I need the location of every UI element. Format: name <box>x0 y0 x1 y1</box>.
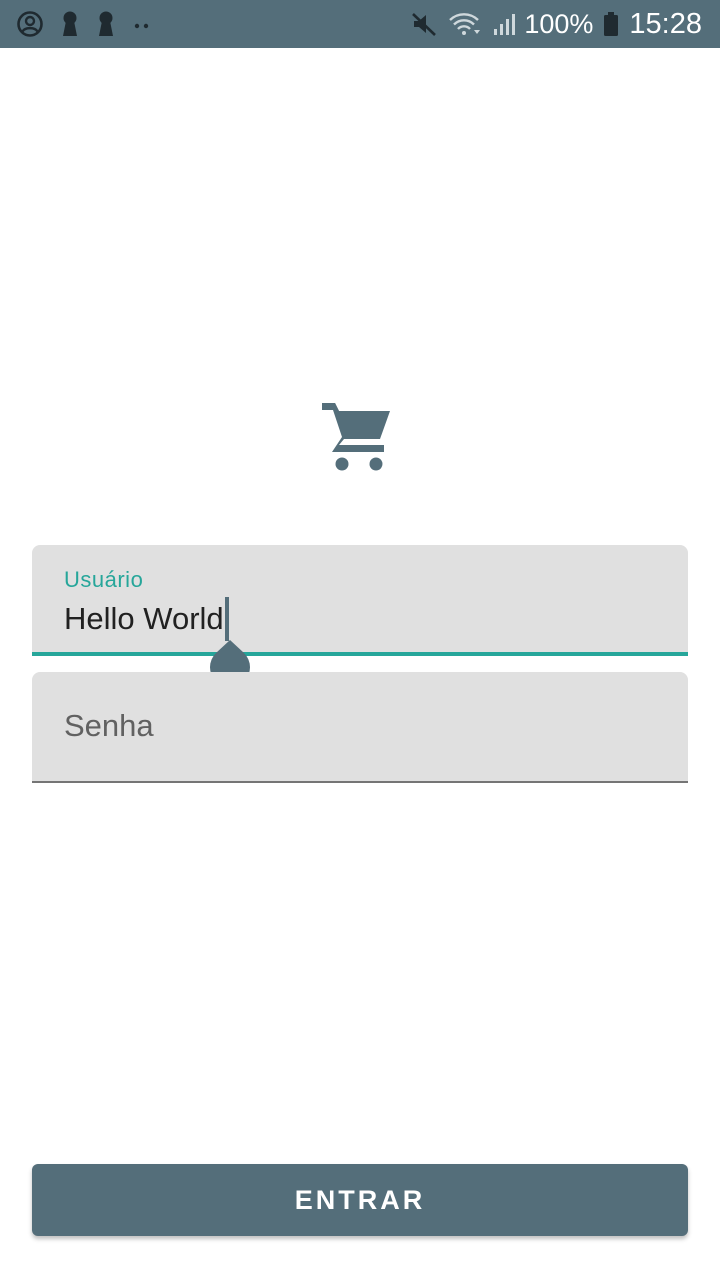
signal-icon <box>492 10 518 38</box>
mute-icon <box>410 10 438 38</box>
keyhole-icon <box>96 10 116 38</box>
shopping-cart-icon <box>320 402 392 472</box>
password-field[interactable]: Senha <box>32 672 688 783</box>
clock: 15:28 <box>629 7 702 40</box>
login-screen: 100% 15:28 Usuário Hello World Senha ENT… <box>0 0 720 1280</box>
wifi-icon <box>448 10 482 38</box>
username-value: Hello World <box>64 601 224 636</box>
status-left-icons <box>16 10 168 38</box>
username-label: Usuário <box>64 567 144 592</box>
enter-button[interactable]: ENTRAR <box>32 1164 688 1236</box>
battery-percent: 100% <box>524 8 594 39</box>
username-field[interactable]: Usuário Hello World <box>32 545 688 656</box>
status-right-icons: 100% 15:28 <box>400 8 702 41</box>
text-cursor <box>224 597 229 641</box>
username-input[interactable]: Hello World <box>64 597 229 641</box>
account-circle-icon <box>16 10 44 38</box>
keyhole-icon <box>60 10 80 38</box>
password-placeholder: Senha <box>64 708 154 743</box>
dots-icon <box>132 10 152 38</box>
battery-icon <box>603 10 619 38</box>
status-bar: 100% 15:28 <box>0 0 720 48</box>
